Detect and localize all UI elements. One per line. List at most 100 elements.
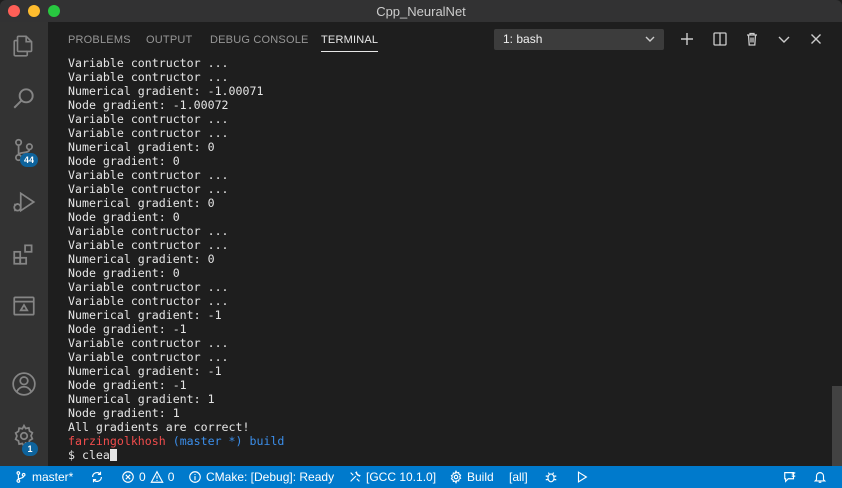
gear-icon	[450, 470, 462, 484]
terminal-prompt: farzingolkhosh (master *) build	[68, 434, 842, 448]
search-icon	[13, 88, 34, 109]
feedback-button[interactable]	[783, 466, 797, 488]
terminal-output[interactable]: Variable contructor ... Variable contruct…	[48, 56, 842, 466]
terminal-line: Numerical gradient: -1	[68, 364, 222, 378]
prompt-user: farzingolkhosh	[68, 434, 166, 448]
source-control-badge: 44	[20, 153, 39, 167]
tab-terminal[interactable]: TERMINAL	[321, 34, 379, 52]
account-icon	[12, 372, 36, 396]
terminal-line: Numerical gradient: -1	[68, 308, 222, 322]
terminal-line: Node gradient: 1	[68, 406, 180, 420]
terminal-line: Variable contructor ...	[68, 70, 229, 84]
build-target[interactable]: [all]	[509, 466, 528, 488]
trash-icon	[747, 32, 757, 46]
account-button[interactable]	[0, 360, 48, 408]
remote-explorer-icon	[13, 296, 35, 316]
terminal-line: Numerical gradient: -1.00071	[68, 84, 264, 98]
extensions-button[interactable]	[0, 230, 48, 278]
terminal-line: Variable contructor ...	[68, 126, 229, 140]
terminal-line: Variable contructor ...	[68, 168, 229, 182]
extensions-icon	[13, 244, 33, 265]
terminal-line: Variable contructor ...	[68, 182, 229, 196]
branch-status[interactable]: master*	[14, 466, 73, 488]
build-button[interactable]: Build	[449, 466, 494, 488]
split-terminal-button[interactable]	[710, 29, 730, 49]
close-panel-button[interactable]	[806, 29, 826, 49]
terminal-line: Variable contructor ...	[68, 56, 229, 70]
git-branch-icon	[16, 471, 26, 483]
files-icon	[13, 35, 33, 57]
terminal-line: Numerical gradient: 0	[68, 196, 215, 210]
new-terminal-button[interactable]	[677, 29, 697, 49]
debug-button[interactable]	[544, 466, 558, 488]
terminal-input: $ clea	[68, 448, 110, 462]
status-bar: master* 0 0 CMake: [Debug]: Ready [GCC 1…	[0, 466, 842, 488]
chevron-down-icon	[645, 36, 655, 42]
info-icon	[189, 471, 201, 483]
error-icon	[122, 471, 134, 483]
chevron-down-icon	[778, 36, 790, 43]
bug-icon	[545, 472, 557, 483]
terminal-line: Node gradient: -1	[68, 322, 187, 336]
prompt-dir: build	[249, 434, 285, 448]
problems-status[interactable]: 0 0	[121, 466, 174, 488]
maximize-panel-button[interactable]	[774, 29, 794, 49]
terminal-line: Variable contructor ...	[68, 294, 229, 308]
tab-output[interactable]: OUTPUT	[146, 34, 192, 46]
terminal-line: All gradients are correct!	[68, 420, 250, 434]
terminal-select-value: 1: bash	[503, 32, 543, 46]
search-button[interactable]	[0, 74, 48, 122]
split-icon	[713, 32, 727, 46]
warning-icon	[150, 470, 164, 483]
explorer-button[interactable]	[0, 22, 48, 70]
terminal-line: Variable contructor ...	[68, 112, 229, 126]
terminal-line: Node gradient: -1	[68, 378, 187, 392]
sync-button[interactable]	[90, 466, 104, 488]
terminal-cursor	[109, 449, 117, 461]
build-target-label: [all]	[509, 470, 528, 484]
terminal-line: Variable contructor ...	[68, 224, 229, 238]
settings-badge: 1	[22, 442, 38, 456]
source-control-button[interactable]: 44	[0, 126, 48, 174]
kit-name: [GCC 10.1.0]	[366, 470, 437, 484]
terminal-line: Numerical gradient: 1	[68, 392, 215, 406]
tab-problems[interactable]: PROBLEMS	[68, 34, 131, 46]
branch-name: master*	[32, 470, 74, 484]
kit-status[interactable]: [GCC 10.1.0]	[348, 466, 436, 488]
sync-icon	[92, 471, 102, 483]
prompt-branch: (master *)	[172, 434, 243, 448]
notifications-button[interactable]	[813, 466, 827, 488]
terminal-line: Variable contructor ...	[68, 238, 229, 252]
run-debug-button[interactable]	[0, 178, 48, 226]
panel-header: PROBLEMS OUTPUT DEBUG CONSOLE TERMINAL 1…	[48, 22, 842, 58]
run-button[interactable]	[575, 466, 589, 488]
close-icon	[811, 34, 821, 44]
terminal-scrollbar[interactable]	[832, 386, 842, 466]
build-label: Build	[467, 470, 494, 484]
terminal-line: Variable contructor ...	[68, 336, 229, 350]
warning-count: 0	[167, 470, 175, 484]
cmake-status[interactable]: CMake: [Debug]: Ready	[188, 466, 334, 488]
terminal-input-line[interactable]: $ clea	[68, 448, 842, 462]
remote-explorer-button[interactable]	[0, 282, 48, 330]
kill-terminal-button[interactable]	[742, 29, 762, 49]
terminal-line: Node gradient: -1.00072	[68, 98, 229, 112]
terminal-line: Node gradient: 0	[68, 154, 180, 168]
manage-button[interactable]: 1	[0, 412, 48, 460]
cmake-status-text: CMake: [Debug]: Ready	[206, 470, 335, 484]
terminal-line: Variable contructor ...	[68, 280, 229, 294]
terminal-line: Variable contructor ...	[68, 350, 229, 364]
title-bar: Cpp_NeuralNet	[0, 0, 842, 22]
error-count: 0	[139, 470, 146, 484]
activity-bar: 44 1	[0, 22, 48, 466]
plus-icon	[681, 33, 693, 45]
terminal-line: Numerical gradient: 0	[68, 140, 215, 154]
window-title: Cpp_NeuralNet	[376, 4, 466, 19]
tools-icon	[350, 471, 361, 482]
run-debug-icon	[13, 191, 36, 213]
feedback-icon	[784, 472, 796, 483]
terminal-line: Node gradient: 0	[68, 210, 180, 224]
play-icon	[577, 471, 588, 483]
tab-debug-console[interactable]: DEBUG CONSOLE	[210, 34, 309, 46]
terminal-select[interactable]: 1: bash	[494, 29, 664, 50]
